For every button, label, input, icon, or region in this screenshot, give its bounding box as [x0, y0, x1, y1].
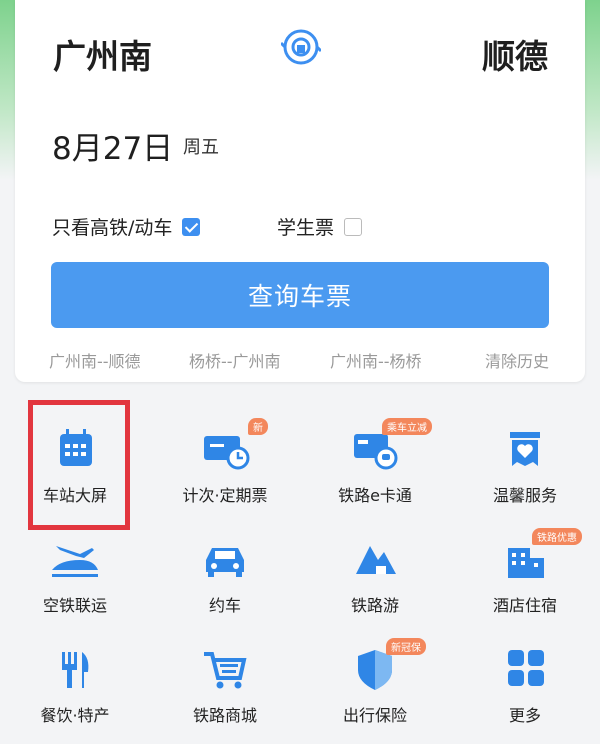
- fork-knife-icon: [62, 652, 89, 688]
- service-hotel[interactable]: 铁路优惠 酒店住宿: [450, 508, 600, 618]
- car-icon: [206, 548, 244, 577]
- service-label: 餐饮·特产: [40, 706, 110, 725]
- high-speed-only-checkbox[interactable]: [182, 217, 201, 236]
- service-label: 约车: [208, 596, 241, 615]
- service-badge: 乘车立减: [382, 418, 432, 435]
- service-label: 更多: [508, 706, 541, 725]
- swap-stations-icon[interactable]: [281, 27, 321, 67]
- from-station[interactable]: 广州南: [53, 30, 152, 78]
- service-food[interactable]: 餐饮·特产: [0, 618, 150, 728]
- student-ticket-label: 学生票: [277, 217, 335, 239]
- service-label: 出行保险: [342, 706, 407, 725]
- student-ticket-option[interactable]: 学生票: [277, 213, 363, 240]
- heart-box-icon: [510, 432, 540, 466]
- service-badge: 铁路优惠: [532, 528, 582, 545]
- plane-train-icon: [52, 546, 98, 577]
- service-railway-ecard[interactable]: 乘车立减 铁路e卡通: [300, 398, 450, 508]
- weekday-label: 周五: [183, 137, 219, 158]
- history-item[interactable]: 广州南--杨桥: [330, 348, 422, 372]
- service-label: 空铁联运: [42, 596, 107, 615]
- history-item[interactable]: 杨桥--广州南: [189, 348, 281, 372]
- service-rail-travel[interactable]: 铁路游: [300, 508, 450, 618]
- service-mall[interactable]: 铁路商城: [150, 618, 300, 728]
- service-label: 计次·定期票: [182, 486, 268, 505]
- history-item[interactable]: 广州南--顺德: [49, 348, 141, 372]
- to-station[interactable]: 顺德: [482, 30, 548, 78]
- cart-icon: [204, 652, 247, 689]
- service-label: 铁路e卡通: [338, 486, 412, 505]
- search-tickets-button[interactable]: 查询车票: [51, 262, 549, 328]
- service-label: 酒店住宿: [492, 596, 557, 615]
- student-ticket-checkbox[interactable]: [344, 217, 363, 236]
- service-label: 铁路商城: [192, 706, 257, 725]
- service-periodic-ticket[interactable]: 新 计次·定期票: [150, 398, 300, 508]
- service-insurance[interactable]: 新冠保 出行保险: [300, 618, 450, 728]
- ticket-search-card: 广州南 顺德 8月27日 周五 只看高铁/动车 学生票 查询车票 广州南--顺德…: [15, 0, 585, 382]
- service-car-booking[interactable]: 约车: [150, 508, 300, 618]
- high-speed-only-label: 只看高铁/动车: [52, 217, 173, 239]
- grid-icon: [508, 650, 544, 686]
- service-label: 温馨服务: [492, 486, 557, 505]
- service-badge: 新冠保: [386, 638, 426, 655]
- ticket-clock-icon: [204, 436, 250, 470]
- service-badge: 新: [248, 418, 268, 435]
- service-care[interactable]: 温馨服务: [450, 398, 600, 508]
- highlight-frame: [28, 400, 130, 530]
- clear-history-link[interactable]: 清除历史: [485, 348, 549, 372]
- service-label: 铁路游: [350, 596, 399, 615]
- mountain-icon: [356, 546, 396, 574]
- service-more[interactable]: 更多: [450, 618, 600, 728]
- high-speed-only-option[interactable]: 只看高铁/动车: [52, 213, 201, 240]
- travel-date[interactable]: 8月27日: [52, 123, 173, 168]
